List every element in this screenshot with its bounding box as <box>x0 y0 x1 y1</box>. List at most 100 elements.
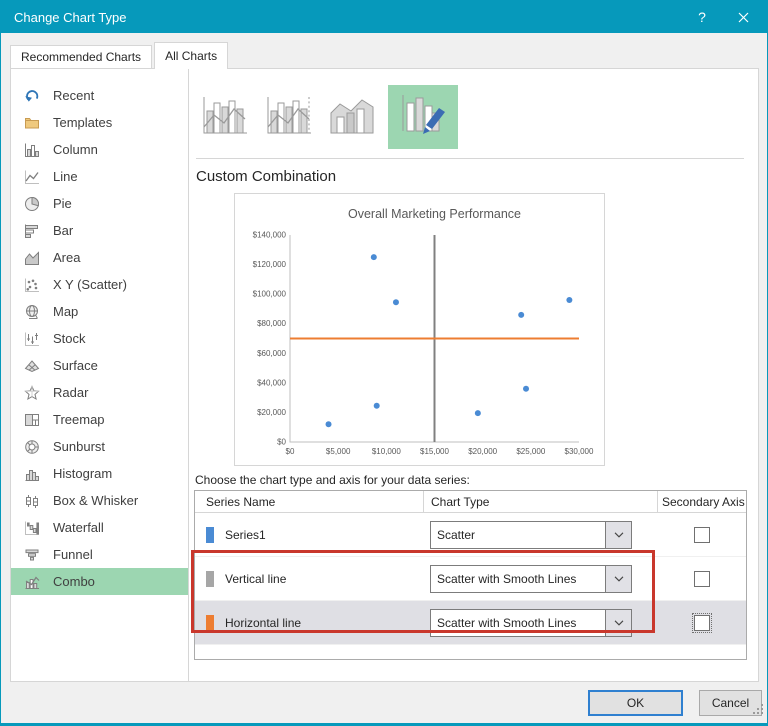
series-row-vertical-line[interactable]: Vertical line Scatter with Smooth Lines <box>195 557 746 601</box>
bar-icon <box>24 223 40 239</box>
combo-subtype-stacked-area-clustered-column[interactable] <box>324 89 380 149</box>
scatter-point <box>393 299 399 305</box>
ok-button[interactable]: OK <box>588 690 683 716</box>
column-icon <box>24 142 40 158</box>
chart-type-dropdown[interactable]: Scatter <box>430 521 632 549</box>
combo-subtype-clustered-column-line[interactable] <box>196 89 252 149</box>
y-tick-label: $0 <box>277 438 286 447</box>
scatter-icon <box>24 277 40 293</box>
chevron-down-icon[interactable] <box>605 566 631 592</box>
chart-type-value: Scatter with Smooth Lines <box>431 610 605 636</box>
surface-icon <box>24 358 40 374</box>
sidebar-item-waterfall[interactable]: Waterfall <box>11 514 188 541</box>
y-tick-label: $40,000 <box>257 378 286 387</box>
sidebar-item-line[interactable]: Line <box>11 163 188 190</box>
x-tick-label: $25,000 <box>516 447 545 456</box>
sidebar-item-surface[interactable]: Surface <box>11 352 188 379</box>
clustered-column-line-on-secondary-axis-icon <box>263 95 313 144</box>
resize-grip[interactable] <box>753 702 764 720</box>
sidebar-item-map[interactable]: Map <box>11 298 188 325</box>
sidebar-item-label: Treemap <box>53 412 105 427</box>
sidebar-item-bar[interactable]: Bar <box>11 217 188 244</box>
chart-detail-pane: Custom Combination Overall Marketing Per… <box>189 69 758 681</box>
column-header-series-name: Series Name <box>195 491 424 512</box>
sidebar-item-label: Pie <box>53 196 72 211</box>
chart-type-dropdown[interactable]: Scatter with Smooth Lines <box>430 565 632 593</box>
combo-icon <box>24 574 40 590</box>
subtype-heading: Custom Combination <box>196 168 758 185</box>
combo-subtype-row <box>196 85 758 149</box>
sidebar-item-label: Column <box>53 142 98 157</box>
sidebar-item-x-y-scatter[interactable]: X Y (Scatter) <box>11 271 188 298</box>
sidebar-item-box-whisker[interactable]: Box & Whisker <box>11 487 188 514</box>
x-tick-label: $20,000 <box>468 447 497 456</box>
series-table-intro: Choose the chart type and axis for your … <box>195 473 758 487</box>
combo-subtype-custom-combination[interactable] <box>388 85 458 149</box>
chevron-down-icon[interactable] <box>605 610 631 636</box>
secondary-axis-checkbox[interactable] <box>694 615 710 631</box>
area-icon <box>24 250 40 266</box>
sidebar-item-templates[interactable]: Templates <box>11 109 188 136</box>
x-tick-label: $0 <box>286 447 295 456</box>
chart-title: Overall Marketing Performance <box>348 207 521 221</box>
tab-recommended-charts[interactable]: Recommended Charts <box>10 45 152 68</box>
box-whisker-icon <box>24 493 40 509</box>
scatter-point <box>371 254 377 260</box>
scatter-point <box>518 312 524 318</box>
title-bar: Change Chart Type ? <box>1 1 767 33</box>
series-name: Vertical line <box>225 572 286 586</box>
chart-preview: Overall Marketing Performance $0 $20,000 $4… <box>235 194 604 465</box>
stacked-area-clustered-column-icon <box>327 95 377 144</box>
series-name: Series1 <box>225 528 266 542</box>
y-tick-label: $100,000 <box>253 290 287 299</box>
close-icon[interactable] <box>720 1 767 33</box>
series-color-swatch <box>206 571 214 587</box>
waterfall-icon <box>24 520 40 536</box>
treemap-icon <box>24 412 40 428</box>
sidebar-item-label: Box & Whisker <box>53 493 138 508</box>
pie-icon <box>24 196 40 212</box>
series-row-series1[interactable]: Series1 Scatter <box>195 513 746 557</box>
line-icon <box>24 169 40 185</box>
tab-all-charts[interactable]: All Charts <box>154 42 228 69</box>
sidebar-item-column[interactable]: Column <box>11 136 188 163</box>
sidebar-item-stock[interactable]: Stock <box>11 325 188 352</box>
y-tick-label: $140,000 <box>253 231 287 240</box>
chart-type-value: Scatter <box>431 522 605 548</box>
templates-icon <box>24 115 40 131</box>
sidebar-item-pie[interactable]: Pie <box>11 190 188 217</box>
sidebar-item-label: X Y (Scatter) <box>53 277 127 292</box>
sidebar-item-label: Funnel <box>53 547 93 562</box>
column-header-chart-type: Chart Type <box>424 491 658 512</box>
sidebar-item-funnel[interactable]: Funnel <box>11 541 188 568</box>
series-color-swatch <box>206 615 214 631</box>
sidebar-item-recent[interactable]: Recent <box>11 82 188 109</box>
dialog-title: Change Chart Type <box>14 10 127 25</box>
x-tick-label: $30,000 <box>565 447 594 456</box>
sidebar-item-label: Surface <box>53 358 98 373</box>
x-tick-label: $10,000 <box>372 447 401 456</box>
help-icon[interactable]: ? <box>684 1 720 33</box>
chevron-down-icon[interactable] <box>605 522 631 548</box>
dialog-content: Recent Templates Column Line Pie Bar Area X Y (… <box>10 68 759 682</box>
secondary-axis-checkbox[interactable] <box>694 571 710 587</box>
sidebar-item-sunburst[interactable]: Sunburst <box>11 433 188 460</box>
sidebar-item-label: Waterfall <box>53 520 104 535</box>
sidebar-item-histogram[interactable]: Histogram <box>11 460 188 487</box>
column-header-secondary-axis: Secondary Axis <box>658 495 746 509</box>
series-row-horizontal-line[interactable]: Horizontal line Scatter with Smooth Line… <box>195 601 746 645</box>
sidebar-item-area[interactable]: Area <box>11 244 188 271</box>
y-tick-label: $80,000 <box>257 319 286 328</box>
sidebar-item-label: Bar <box>53 223 73 238</box>
chart-type-dropdown[interactable]: Scatter with Smooth Lines <box>430 609 632 637</box>
sidebar-item-radar[interactable]: Radar <box>11 379 188 406</box>
clustered-column-line-icon <box>199 95 249 144</box>
chart-type-value: Scatter with Smooth Lines <box>431 566 605 592</box>
sidebar-item-label: Recent <box>53 88 94 103</box>
sidebar-item-treemap[interactable]: Treemap <box>11 406 188 433</box>
sidebar-item-combo[interactable]: Combo <box>11 568 188 595</box>
y-tick-label: $60,000 <box>257 349 286 358</box>
combo-subtype-clustered-column-line-on-secondary-axis[interactable] <box>260 89 316 149</box>
secondary-axis-checkbox[interactable] <box>694 527 710 543</box>
series-table: Series Name Chart Type Secondary Axis Se… <box>194 490 747 660</box>
